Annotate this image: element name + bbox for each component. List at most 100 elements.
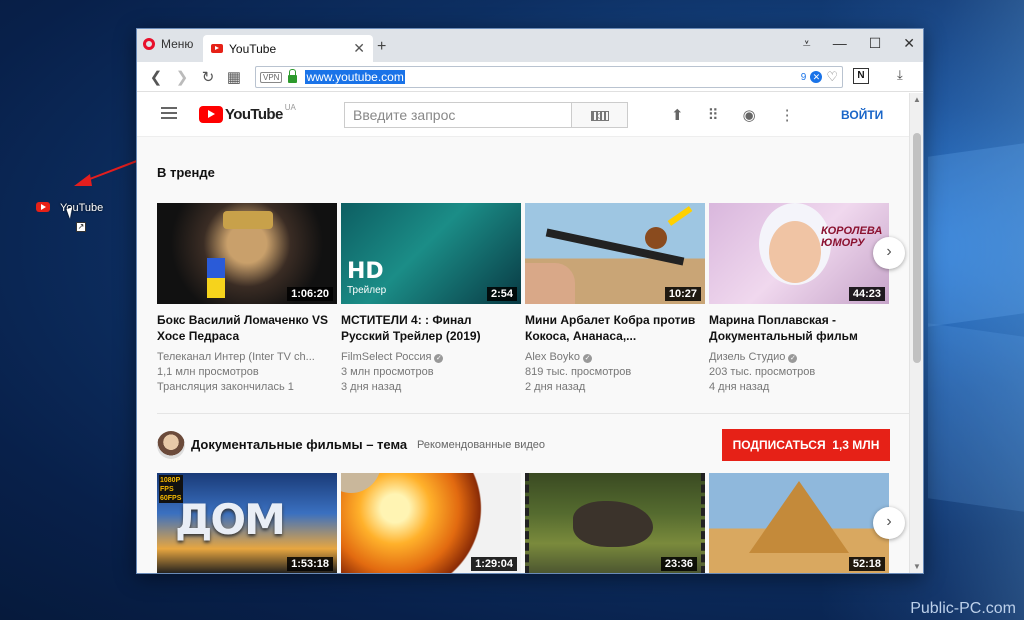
shelf-next-button[interactable]: › bbox=[873, 237, 905, 269]
video-thumbnail[interactable]: 23:36 bbox=[525, 473, 705, 573]
channel-section-title[interactable]: Документальные фильмы – тема bbox=[191, 437, 407, 452]
video-card[interactable]: 1080P FPS 60FPS ДОМ 1:53:18 bbox=[157, 473, 337, 573]
video-duration: 1:53:18 bbox=[287, 557, 333, 571]
section-divider bbox=[157, 413, 909, 414]
video-title[interactable]: Мини Арбалет Кобра против Кокоса, Ананас… bbox=[525, 312, 705, 344]
chevron-right-icon: › bbox=[886, 243, 892, 260]
minimize-button[interactable]: — bbox=[833, 35, 847, 52]
window-controls: ⩡ — ☐ ✕ bbox=[803, 35, 915, 52]
youtube-play-icon bbox=[199, 106, 223, 123]
video-thumbnail[interactable]: HD Трейлер 2:54 bbox=[341, 203, 521, 304]
video-thumbnail[interactable]: 1:06:20 bbox=[157, 203, 337, 304]
watermark: Public-PC.com bbox=[910, 600, 1016, 617]
speed-dial-icon[interactable]: ▦ bbox=[221, 68, 247, 86]
adblock-icon[interactable]: ✕ bbox=[810, 71, 823, 83]
bookmark-heart-icon[interactable]: ♡ bbox=[826, 69, 838, 85]
menu-label: Меню bbox=[161, 37, 194, 51]
download-icon[interactable]: ⤓ bbox=[897, 67, 903, 83]
video-age: Трансляция закончилась 1 bbox=[157, 381, 294, 393]
back-icon[interactable]: ❮ bbox=[143, 68, 169, 86]
opera-menu-button[interactable]: Меню bbox=[143, 37, 193, 51]
channel-name[interactable]: FilmSelect Россия bbox=[341, 351, 431, 363]
apps-grid-icon[interactable]: ⠿ bbox=[708, 106, 719, 124]
scroll-down-icon[interactable]: ▼ bbox=[913, 562, 921, 571]
shortcut-link-icon: ↗ bbox=[76, 222, 86, 232]
video-card[interactable]: HD Трейлер 2:54 МСТИТЕЛИ 4: : Финал Русс… bbox=[341, 203, 521, 395]
address-field[interactable]: VPN www.youtube.com 9 ✕ ♡ bbox=[255, 66, 843, 88]
page-scrollbar[interactable]: ▲ ▼ bbox=[909, 93, 923, 573]
channel-section-subtitle: Рекомендованные видео bbox=[417, 439, 546, 451]
tab-title: YouTube bbox=[229, 41, 277, 56]
thumb-title-text: ДОМ bbox=[175, 495, 286, 544]
forward-icon[interactable]: ❯ bbox=[169, 68, 195, 86]
channel-name[interactable]: Alex Boyko bbox=[525, 351, 580, 363]
close-button[interactable]: ✕ bbox=[903, 35, 915, 52]
docs-shelf: 1080P FPS 60FPS ДОМ 1:53:18 1:29:04 23:3… bbox=[157, 473, 889, 573]
video-thumbnail[interactable]: 10:27 bbox=[525, 203, 705, 304]
hamburger-menu-icon[interactable] bbox=[161, 107, 177, 119]
more-options-icon[interactable]: ⋮ bbox=[780, 106, 795, 124]
thumb-planet bbox=[341, 473, 381, 493]
address-bar-row: ❮ ❯ ↻ ▦ VPN www.youtube.com 9 ✕ ♡ N ⤓ bbox=[137, 62, 923, 92]
reload-icon[interactable]: ↻ bbox=[195, 68, 221, 86]
keyboard-icon[interactable] bbox=[591, 111, 609, 121]
video-card[interactable]: 10:27 Мини Арбалет Кобра против Кокоса, … bbox=[525, 203, 705, 395]
trending-title[interactable]: В тренде bbox=[157, 165, 215, 180]
signin-button[interactable]: ВОЙТИ bbox=[841, 108, 883, 122]
video-card[interactable]: 52:18 bbox=[709, 473, 889, 573]
video-channel[interactable]: Дизель Студио ✓ bbox=[709, 350, 889, 365]
search-input[interactable]: Введите запрос bbox=[344, 102, 572, 128]
youtube-header: YouTube UA Введите запрос ⌕ ⬆ ⠿ ◉ ⋮ ВОЙТ… bbox=[137, 93, 923, 137]
snapshot-icon[interactable]: N bbox=[853, 68, 869, 84]
browser-window: Меню YouTube ✕ + ⩡ — ☐ ✕ ❮ ❯ ↻ ▦ VPN www… bbox=[136, 28, 924, 574]
video-duration: 1:06:20 bbox=[287, 287, 333, 301]
video-channel[interactable]: Alex Boyko ✓ bbox=[525, 350, 705, 365]
video-thumbnail[interactable]: КОРОЛЕВА ЮМОРУ 44:23 bbox=[709, 203, 889, 304]
video-thumbnail[interactable]: 52:18 bbox=[709, 473, 889, 573]
verified-icon: ✓ bbox=[434, 354, 444, 363]
video-card[interactable]: 1:29:04 bbox=[341, 473, 521, 573]
video-channel[interactable]: FilmSelect Россия ✓ bbox=[341, 350, 521, 365]
video-thumbnail[interactable]: 1:29:04 bbox=[341, 473, 521, 573]
video-duration: 44:23 bbox=[848, 287, 885, 301]
channel-avatar[interactable] bbox=[157, 431, 185, 459]
channel-name[interactable]: Дизель Студио bbox=[709, 351, 785, 363]
messages-icon[interactable]: ◉ bbox=[743, 106, 756, 124]
shelf-next-button[interactable]: › bbox=[873, 507, 905, 539]
thumb-hand bbox=[525, 263, 575, 304]
trending-shelf: 1:06:20 Бокс Василий Ломаченко VS Хосе П… bbox=[157, 203, 889, 395]
video-title[interactable]: Марина Поплавская - Документальный фильм bbox=[709, 312, 889, 344]
vpn-badge[interactable]: VPN bbox=[260, 71, 283, 83]
video-title[interactable]: Бокс Василий Ломаченко VS Хосе Педраса bbox=[157, 312, 337, 344]
video-duration: 2:54 bbox=[486, 287, 517, 301]
logo-region: UA bbox=[284, 103, 296, 112]
video-age: 3 дня назад bbox=[341, 381, 402, 393]
tab-close-icon[interactable]: ✕ bbox=[353, 40, 365, 57]
opera-logo-icon bbox=[143, 38, 155, 50]
video-channel[interactable]: Телеканал Интер (Inter TV ch... bbox=[157, 350, 337, 365]
subscribe-button[interactable]: ПОДПИСАТЬСЯ 1,3 МЛН bbox=[722, 429, 890, 461]
video-views: 203 тыс. просмотров bbox=[709, 366, 816, 378]
adblock-count: 9 bbox=[800, 71, 807, 83]
video-duration: 23:36 bbox=[660, 557, 697, 571]
video-card[interactable]: КОРОЛЕВА ЮМОРУ 44:23 Марина Поплавская -… bbox=[709, 203, 889, 395]
youtube-icon bbox=[36, 202, 50, 212]
lock-icon[interactable] bbox=[288, 69, 298, 83]
url-text[interactable]: www.youtube.com bbox=[305, 70, 405, 84]
page-viewport: YouTube UA Введите запрос ⌕ ⬆ ⠿ ◉ ⋮ ВОЙТ… bbox=[137, 93, 923, 573]
video-card[interactable]: 1:06:20 Бокс Василий Ломаченко VS Хосе П… bbox=[157, 203, 337, 395]
upload-icon[interactable]: ⬆ bbox=[671, 106, 684, 124]
maximize-button[interactable]: ☐ bbox=[869, 35, 882, 52]
thumb-pyramid bbox=[749, 481, 849, 553]
youtube-logo[interactable]: YouTube UA bbox=[199, 103, 296, 123]
video-card[interactable]: 23:36 bbox=[525, 473, 705, 573]
thumb-boar bbox=[573, 501, 653, 547]
tab-menu-icon[interactable]: ⩡ bbox=[803, 35, 811, 52]
desktop-shortcut-youtube[interactable]: YouTube ↗ bbox=[30, 198, 120, 238]
tab-youtube[interactable]: YouTube ✕ bbox=[203, 35, 373, 62]
video-title[interactable]: МСТИТЕЛИ 4: : Финал Русский Трейлер (201… bbox=[341, 312, 521, 344]
scrollbar-thumb[interactable] bbox=[913, 133, 921, 363]
scroll-up-icon[interactable]: ▲ bbox=[913, 95, 921, 104]
new-tab-button[interactable]: + bbox=[377, 38, 386, 56]
video-thumbnail[interactable]: 1080P FPS 60FPS ДОМ 1:53:18 bbox=[157, 473, 337, 573]
